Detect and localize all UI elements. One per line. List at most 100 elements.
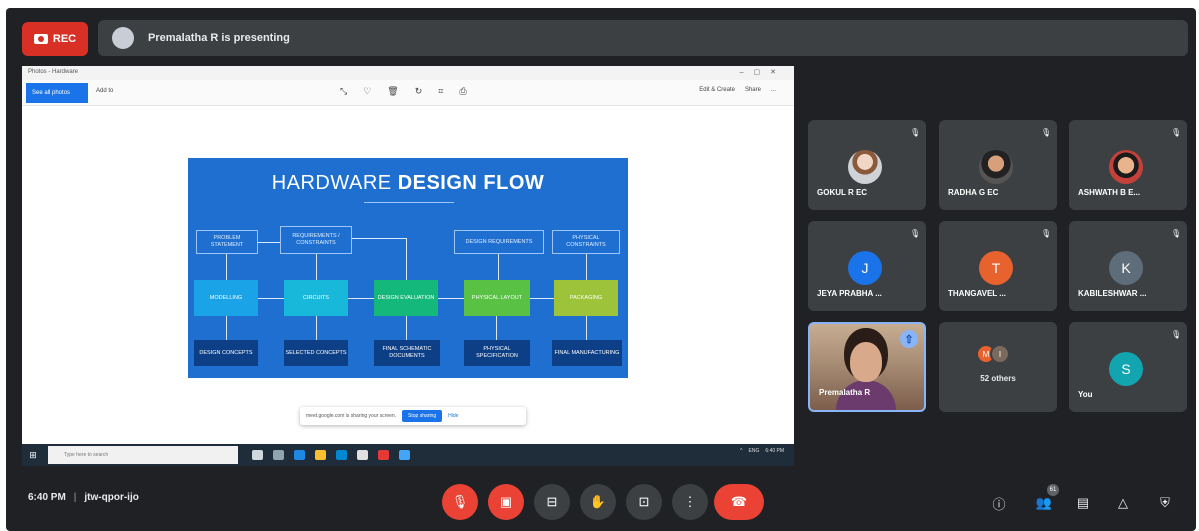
participant-tile[interactable]: 🎙 K KABILESHWAR ...	[1069, 221, 1187, 311]
record-icon	[33, 34, 48, 44]
see-all-photos-button[interactable]: See all photos	[26, 83, 88, 103]
flow-arrow	[226, 254, 227, 280]
camera-off-icon: ▣	[499, 494, 513, 509]
flow-box-physical-layout: PHYSICAL LAYOUT	[464, 280, 530, 316]
share-button[interactable]: Share	[745, 87, 761, 93]
flow-box-modelling: MODELLING	[194, 280, 258, 316]
participant-tile[interactable]: 🎙 T THANGAVEL ...	[939, 221, 1057, 311]
flow-arrow	[258, 242, 280, 243]
camera-toggle-button[interactable]: ▣	[488, 484, 524, 520]
add-to-button[interactable]: Add to	[96, 88, 113, 94]
flow-arrow	[258, 298, 284, 299]
others-tile[interactable]: M I 52 others	[939, 322, 1057, 412]
flow-box-problem: PROBLEM STATEMENT	[196, 230, 258, 254]
tray-language[interactable]: ENG	[749, 448, 760, 454]
flow-box-final-manufacturing: FINAL MANUFACTURING	[552, 340, 622, 366]
host-controls-button[interactable]: ⛨	[1154, 492, 1176, 514]
end-call-button[interactable]: ☎	[714, 484, 764, 520]
participants-button[interactable]: 👥 61	[1033, 484, 1059, 514]
heart-icon[interactable]: ♡	[363, 86, 371, 97]
mic-off-icon: 🎙	[1041, 128, 1052, 137]
presenter-avatar	[112, 27, 134, 49]
print-icon[interactable]: ⎙	[459, 86, 466, 97]
screen-sharing-banner: meet.google.com is sharing your screen. …	[300, 407, 526, 425]
slide-title: HARDWARE DESIGN FLOW	[188, 172, 628, 195]
task-view-icon[interactable]	[252, 450, 263, 460]
participant-name: ASHWATH B E...	[1078, 188, 1141, 197]
trash-icon[interactable]: 🗑	[387, 86, 398, 97]
participant-name: THANGAVEL ...	[948, 289, 1006, 298]
captions-icon: ⊟	[546, 494, 558, 509]
mic-off-icon: 🎙	[451, 494, 469, 509]
store-icon[interactable]	[336, 450, 347, 460]
people-icon: 👥	[1035, 495, 1053, 510]
self-avatar: S	[1109, 352, 1143, 386]
app-icon[interactable]	[273, 450, 284, 460]
mic-off-icon: 🎙	[1171, 128, 1182, 137]
present-icon: ⊡	[638, 494, 650, 509]
edge-icon[interactable]	[294, 450, 305, 460]
participant-name: You	[1078, 390, 1093, 399]
presenter-banner: Premalatha R is presenting	[98, 20, 1188, 56]
meet-window: REC Premalatha R is presenting Photos - …	[6, 8, 1196, 531]
flow-box-requirements: REQUIREMENTS / CONSTRAINTS	[280, 226, 352, 254]
participant-name: Premalatha R	[819, 388, 871, 397]
presenter-tile[interactable]: ⇧ Premalatha R	[808, 322, 926, 412]
more-options-button[interactable]: ⋮	[672, 484, 708, 520]
shield-icon: ⛨	[1160, 495, 1170, 510]
photos-icon[interactable]	[399, 450, 410, 460]
participant-tile[interactable]: 🎙 J JEYA PRABHA ...	[808, 221, 926, 311]
raise-hand-button[interactable]: ✋	[580, 484, 616, 520]
flow-box-final-schematic: FINAL SCHEMATIC DOCUMENTS	[374, 340, 440, 366]
more-button[interactable]: ...	[771, 87, 776, 93]
taskbar-search-input[interactable]: Type here to search	[48, 446, 238, 464]
stop-sharing-button[interactable]: Stop sharing	[402, 410, 443, 422]
meeting-time: 6:40 PM	[28, 492, 66, 503]
presenter-text: Premalatha R is presenting	[148, 32, 290, 44]
present-button[interactable]: ⊡	[626, 484, 662, 520]
edit-create-button[interactable]: Edit & Create	[699, 87, 735, 93]
flow-arrow	[438, 298, 464, 299]
crop-icon[interactable]: ⌗	[438, 86, 443, 97]
window-titlebar: Photos - Hardware –▢✕	[22, 66, 794, 80]
flow-box-physical-spec: PHYSICAL SPECIFICATION	[464, 340, 530, 366]
self-tile[interactable]: 🎙 S You	[1069, 322, 1187, 412]
flow-box-packaging: PACKAGING	[554, 280, 618, 316]
participant-tile[interactable]: 🎙 RADHA G EC	[939, 120, 1057, 210]
meeting-details: 6:40 PM | jtw-qpor-ijo	[28, 492, 139, 503]
mic-off-icon: 🎙	[1171, 229, 1182, 238]
captions-button[interactable]: ⊟	[534, 484, 570, 520]
presenting-icon[interactable]: ⇧	[900, 330, 918, 348]
slide-title-plain: HARDWARE	[271, 172, 398, 194]
tray-clock[interactable]: 6:40 PM	[765, 448, 784, 454]
separator: |	[73, 492, 77, 503]
participant-tile[interactable]: 🎙 ASHWATH B E...	[1069, 120, 1187, 210]
mic-toggle-button[interactable]: 🎙	[442, 484, 478, 520]
flow-box-design-concepts: DESIGN CONCEPTS	[194, 340, 258, 366]
others-avatar: I	[990, 344, 1010, 364]
rotate-icon[interactable]: ↻	[415, 86, 423, 97]
photo-tools-right: Edit & Create Share ...	[699, 87, 776, 93]
app-icon[interactable]	[378, 450, 389, 460]
participant-avatar: T	[979, 251, 1013, 285]
mic-off-icon: 🎙	[1041, 229, 1052, 238]
zoom-icon[interactable]: ⤡	[340, 86, 347, 97]
meeting-info-button[interactable]: ⓘ	[988, 492, 1010, 514]
activities-button[interactable]: △	[1112, 492, 1134, 514]
app-icon[interactable]	[357, 450, 368, 460]
hide-banner-button[interactable]: Hide	[448, 413, 458, 419]
participant-tile[interactable]: 🎙 GOKUL R EC	[808, 120, 926, 210]
flow-arrow	[226, 316, 227, 340]
flow-arrow	[406, 238, 407, 280]
shared-screen: Photos - Hardware –▢✕ See all photos Add…	[22, 66, 794, 466]
windows-start-icon[interactable]: ⊞	[22, 444, 44, 466]
flow-box-physical-constraints: PHYSICAL CONSTRAINTS	[552, 230, 620, 254]
folder-icon[interactable]	[315, 450, 326, 460]
chat-button[interactable]: ▤	[1072, 492, 1094, 514]
others-avatars: M I	[976, 344, 1010, 364]
flow-arrow	[586, 316, 587, 340]
recording-indicator[interactable]: REC	[22, 22, 88, 56]
participant-photo	[848, 150, 882, 184]
window-title: Photos - Hardware	[28, 69, 79, 75]
tray-expand-icon[interactable]: ^	[740, 448, 742, 454]
